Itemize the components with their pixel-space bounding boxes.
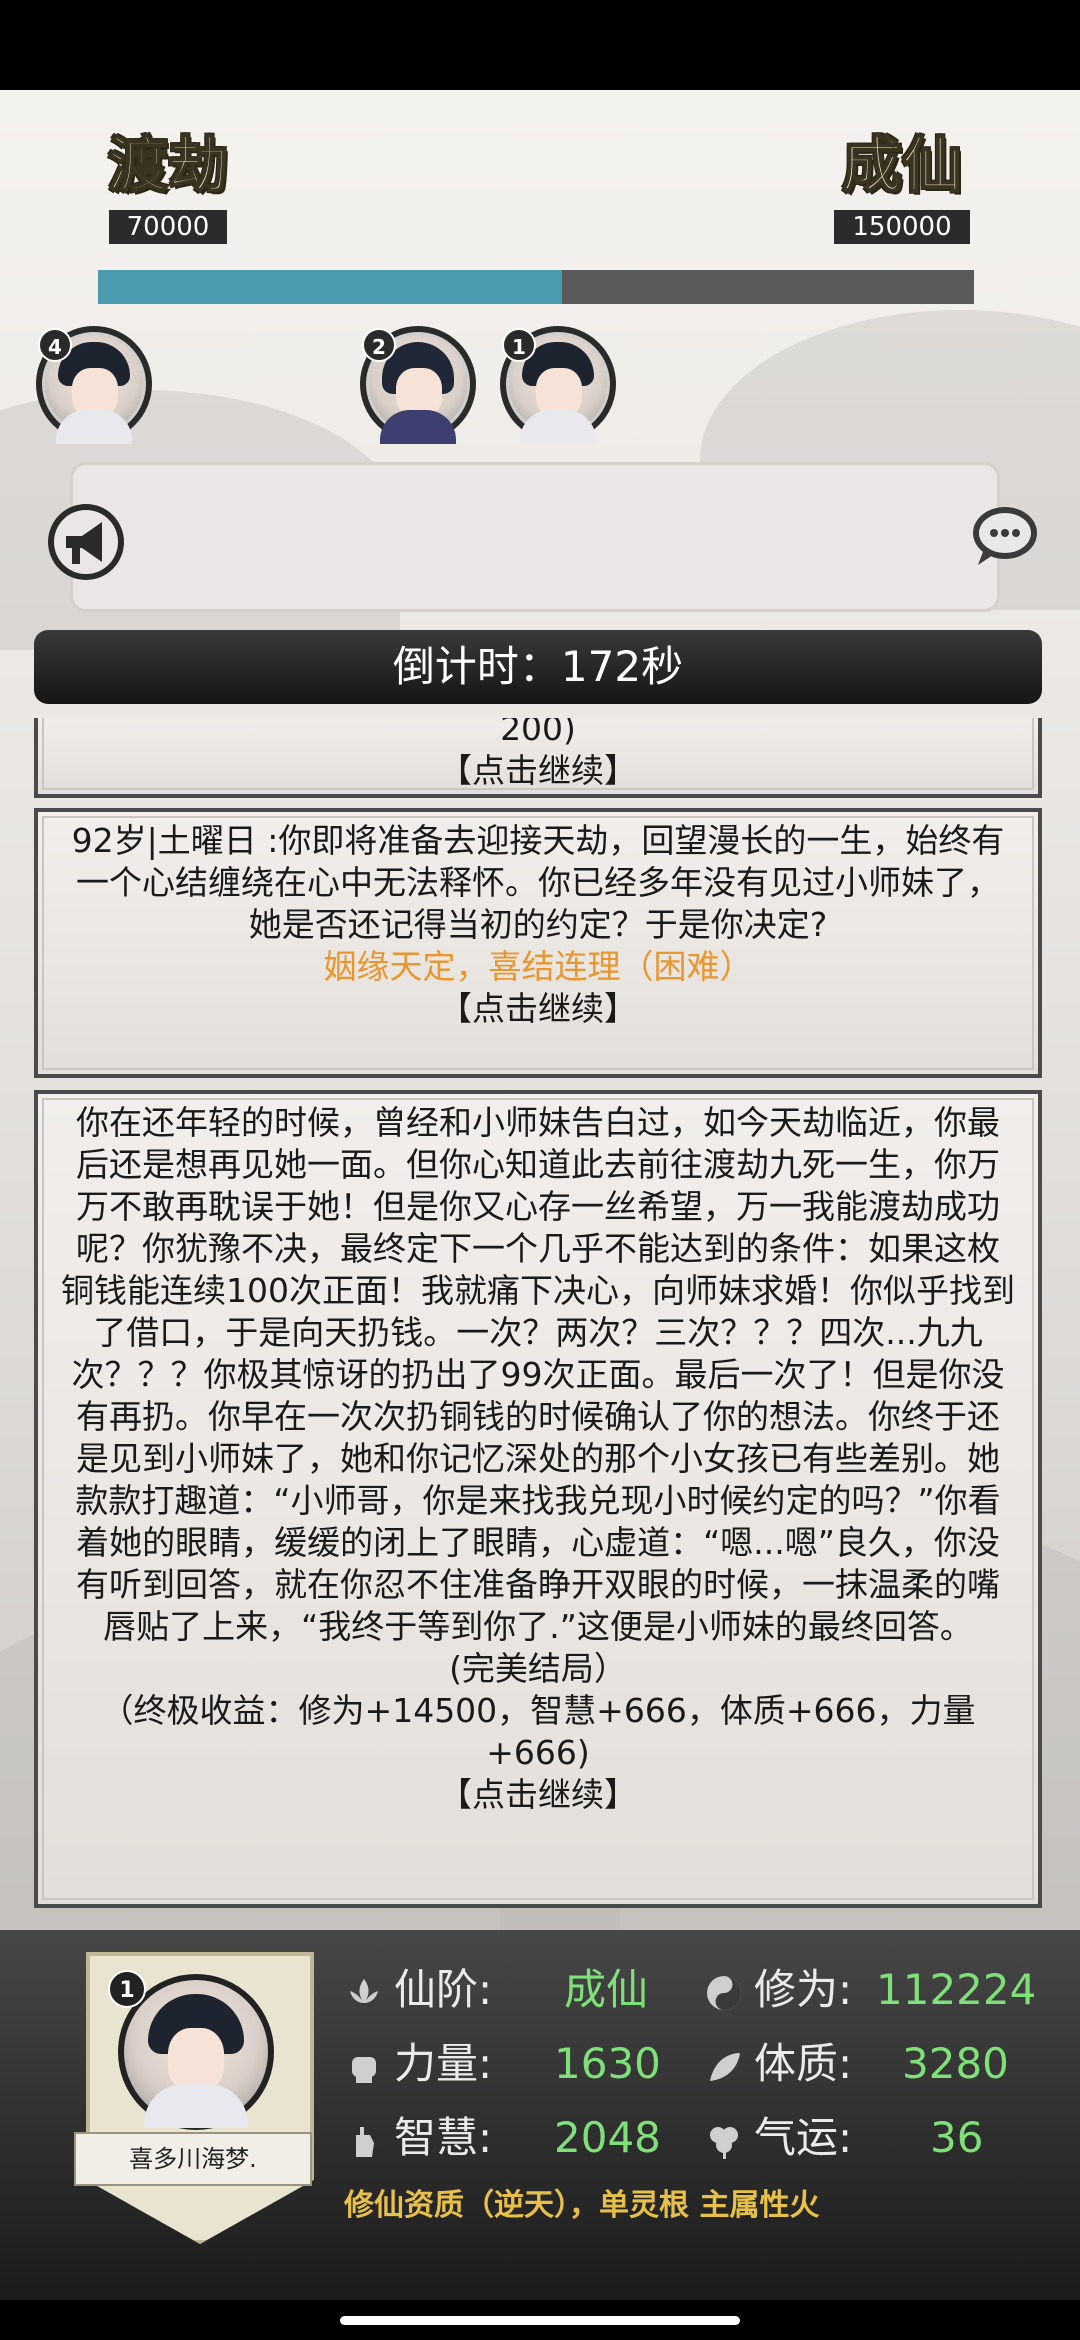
stat-value: 2048 [554, 2113, 661, 2162]
story-text: 92岁|土曜日 :你即将准备去迎接天劫，回望漫长的一生，始终有一个心结缠绕在心中… [71, 821, 1005, 944]
player-aptitude: 修仙资质（逆天），单灵根 主属性火 [344, 2188, 820, 2223]
stat-value: 3280 [902, 2039, 1009, 2088]
story-ending: (完美结局） [449, 1649, 627, 1688]
cultivation-progress-bar [98, 270, 974, 304]
yin-yang-icon [707, 1975, 741, 2010]
countdown-timer: 倒计时：172秒 [34, 630, 1042, 704]
hand-gesture-icon [356, 2126, 374, 2157]
fist-icon [352, 2056, 376, 2083]
stat-luck: 气运: 36 [704, 2108, 1044, 2168]
stat-value: 1630 [554, 2039, 661, 2088]
current-stage-value: 70000 [108, 210, 228, 244]
stat-value: 112224 [876, 1965, 1037, 2014]
rank-badge: 4 [38, 328, 72, 362]
rank-badge: 1 [502, 328, 536, 362]
story-rewards: （终极收益：修为+14500，智慧+666，体质+666，力量+666) [100, 1691, 976, 1772]
current-stage-name: 渡劫 [107, 130, 229, 202]
home-indicator[interactable] [340, 2316, 740, 2325]
continue-button[interactable]: 【点击继续】 [60, 988, 1016, 1030]
stat-wisdom: 智慧: 2048 [344, 2108, 684, 2168]
stat-label: 智慧: [394, 2113, 493, 2162]
rank-badge: 2 [362, 328, 396, 362]
continue-button[interactable]: 【点击继续】 [60, 1774, 1016, 1816]
megaphone-icon[interactable] [44, 500, 128, 584]
player-rank-badge: 1 [108, 1970, 146, 2008]
ranking-avatar-2[interactable]: 2 [360, 326, 476, 444]
next-stage-name: 成仙 [841, 130, 963, 202]
stat-label: 力量: [394, 2039, 493, 2088]
status-bar [0, 0, 1080, 90]
ranking-avatar-1[interactable]: 1 [500, 326, 616, 444]
next-stage: 成仙 150000 [830, 126, 974, 244]
broadcast-message [73, 465, 997, 545]
leaf-icon [710, 2052, 740, 2081]
story-card[interactable]: 你在还年轻的时候，曾经和小师妹告白过，如今天劫临近，你最后还是想再见她一面。但你… [34, 1090, 1042, 1908]
stat-strength: 力量: 1630 [344, 2034, 684, 2094]
current-stage: 渡劫 70000 [98, 126, 238, 244]
stat-cultivation: 修为: 112224 [704, 1960, 1074, 2020]
stat-value: 36 [930, 2113, 984, 2162]
story-text: 200) [500, 718, 576, 748]
story-card[interactable]: 200) 【点击继续】 [34, 718, 1042, 798]
story-text: 你在还年轻的时候，曾经和小师妹告白过，如今天劫临近，你最后还是想再见她一面。但你… [61, 1103, 1015, 1646]
chat-bubble-icon[interactable] [970, 505, 1040, 567]
stat-value: 成仙 [564, 1965, 649, 2014]
ranking-avatar-4[interactable]: 4 [36, 326, 152, 444]
stat-label: 修为: [754, 1965, 853, 2014]
next-stage-value: 150000 [834, 210, 970, 244]
story-log[interactable]: 200) 【点击继续】 92岁|土曜日 :你即将准备去迎接天劫，回望漫长的一生，… [34, 718, 1042, 1910]
stat-label: 气运: [754, 2113, 853, 2162]
story-card[interactable]: 92岁|土曜日 :你即将准备去迎接天劫，回望漫长的一生，始终有一个心结缠绕在心中… [34, 808, 1042, 1078]
story-choice[interactable]: 姻缘天定，喜结连理（困难） [60, 946, 1016, 988]
stat-constitution: 体质: 3280 [704, 2034, 1044, 2094]
player-name: 喜多川海梦. [74, 2132, 312, 2186]
stat-realm: 仙阶: 成仙 [344, 1960, 648, 2020]
broadcast-panel [70, 462, 1000, 612]
lotus-icon [350, 1978, 378, 2003]
stat-label: 仙阶: [394, 1965, 493, 2014]
clover-icon [710, 2126, 738, 2159]
cultivation-progress-fill [98, 270, 563, 304]
stat-label: 体质: [754, 2039, 853, 2088]
continue-button[interactable]: 【点击继续】 [60, 750, 1016, 792]
